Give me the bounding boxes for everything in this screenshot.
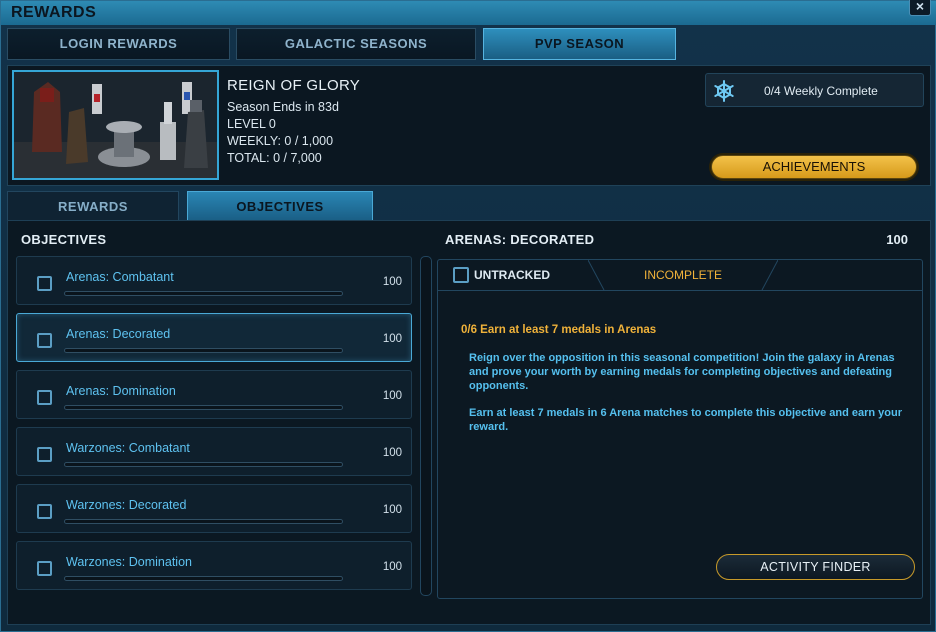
rewards-window: REWARDS × LOGIN REWARDS GALACTIC SEASONS… (0, 0, 936, 632)
objective-item-warzones-decorated[interactable]: Warzones: Decorated 100 (16, 484, 412, 533)
objective-points: 100 (382, 333, 402, 345)
objective-item-arenas-domination[interactable]: Arenas: Domination 100 (16, 370, 412, 419)
season-weekly: WEEKLY: 0 / 1,000 (227, 134, 334, 148)
objective-requirement: Earn at least 7 medals in 6 Arena matche… (469, 407, 903, 433)
detail-points: 100 (886, 232, 908, 247)
top-tab-bar: LOGIN REWARDS GALACTIC SEASONS PVP SEASO… (7, 28, 931, 60)
tab-galactic-seasons[interactable]: GALACTIC SEASONS (236, 28, 476, 60)
objective-name: Arenas: Combatant (66, 270, 174, 284)
detail-title: ARENAS: DECORATED (445, 232, 595, 247)
tracking-bar: UNTRACKED INCOMPLETE (438, 260, 922, 291)
objectives-heading: OBJECTIVES (21, 232, 107, 247)
season-title: REIGN OF GLORY (227, 77, 361, 94)
tab-pvp-season[interactable]: PVP SEASON (483, 28, 676, 60)
track-checkbox[interactable] (453, 267, 469, 283)
season-level: LEVEL 0 (227, 117, 276, 131)
objective-item-arenas-decorated[interactable]: Arenas: Decorated 100 (16, 313, 412, 362)
objective-checkbox[interactable] (37, 390, 52, 405)
weekly-complete-box: 0/4 Weekly Complete (705, 73, 924, 107)
objective-checkbox[interactable] (37, 333, 52, 348)
objective-status: INCOMPLETE (644, 268, 723, 282)
sub-tab-bar: REWARDS OBJECTIVES (7, 191, 931, 221)
title-bar[interactable]: REWARDS × (1, 0, 936, 25)
objective-progress-text: 0/6 Earn at least 7 medals in Arenas (461, 324, 657, 336)
season-artwork (14, 72, 217, 178)
objective-progress-bar (64, 576, 343, 581)
achievements-button[interactable]: ACHIEVEMENTS (711, 155, 917, 179)
objective-name: Warzones: Domination (66, 555, 192, 569)
objective-progress-bar (64, 348, 343, 353)
objective-points: 100 (382, 276, 402, 288)
objective-checkbox[interactable] (37, 447, 52, 462)
objective-name: Arenas: Decorated (66, 327, 171, 341)
tab-rewards[interactable]: REWARDS (7, 191, 179, 221)
season-header: REIGN OF GLORY Season Ends in 83d LEVEL … (7, 65, 931, 186)
season-total: TOTAL: 0 / 7,000 (227, 151, 322, 165)
objective-checkbox[interactable] (37, 276, 52, 291)
objective-list-scrollbar[interactable] (420, 256, 432, 596)
objective-progress-bar (64, 519, 343, 524)
objective-detail-panel: UNTRACKED INCOMPLETE 0/6 Earn at least 7… (437, 259, 923, 599)
objective-points: 100 (382, 447, 402, 459)
weekly-snowflake-icon (714, 80, 734, 102)
objective-description: Reign over the opposition in this season… (469, 352, 895, 392)
objective-points: 100 (382, 561, 402, 573)
objective-checkbox[interactable] (37, 561, 52, 576)
objective-progress-bar (64, 291, 343, 296)
objective-progress-bar (64, 462, 343, 467)
window-title: REWARDS (11, 4, 97, 21)
season-ends: Season Ends in 83d (227, 100, 339, 114)
objective-progress-bar (64, 405, 343, 410)
track-label: UNTRACKED (474, 268, 550, 282)
weekly-complete-text: 0/4 Weekly Complete (764, 84, 878, 98)
objective-item-arenas-combatant[interactable]: Arenas: Combatant 100 (16, 256, 412, 305)
objective-name: Warzones: Decorated (66, 498, 187, 512)
objective-points: 100 (382, 390, 402, 402)
objective-name: Warzones: Combatant (66, 441, 190, 455)
objective-name: Arenas: Domination (66, 384, 176, 398)
tab-objectives[interactable]: OBJECTIVES (187, 191, 373, 221)
objective-item-warzones-domination[interactable]: Warzones: Domination 100 (16, 541, 412, 590)
objective-checkbox[interactable] (37, 504, 52, 519)
activity-finder-button[interactable]: ACTIVITY FINDER (716, 554, 915, 580)
season-banner-image (12, 70, 219, 180)
objective-points: 100 (382, 504, 402, 516)
objective-item-warzones-combatant[interactable]: Warzones: Combatant 100 (16, 427, 412, 476)
tab-login-rewards[interactable]: LOGIN REWARDS (7, 28, 230, 60)
close-icon[interactable]: × (909, 0, 931, 16)
objective-list: Arenas: Combatant 100 Arenas: Decorated … (16, 256, 413, 596)
